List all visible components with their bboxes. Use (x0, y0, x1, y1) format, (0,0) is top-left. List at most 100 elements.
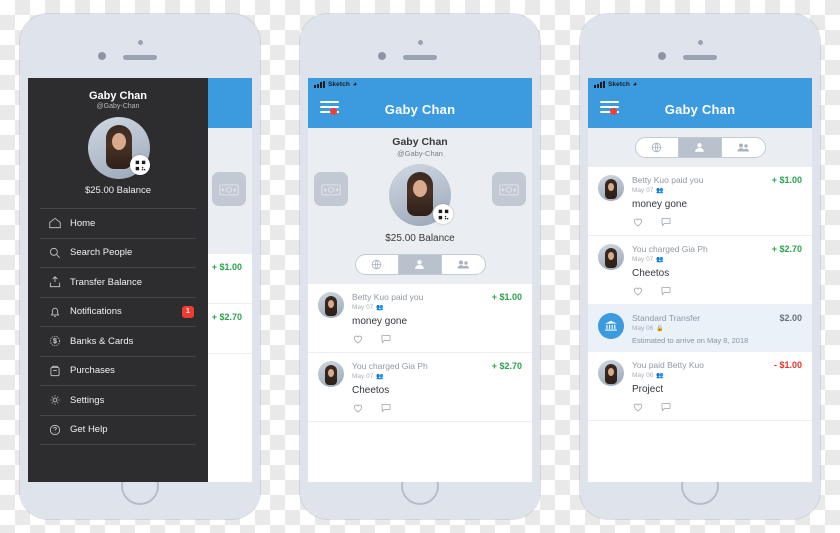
feed-item-date: May 07 👥 (632, 187, 802, 194)
globe-icon (651, 142, 662, 153)
feed-item[interactable]: You charged Gia Ph + $2.70 May 07 👥 Chee… (588, 236, 812, 305)
heart-icon[interactable] (352, 402, 364, 414)
comment-icon[interactable] (380, 402, 392, 414)
avatar[interactable] (88, 117, 150, 179)
feed-item-transfer[interactable]: Standard Transfer $2.00 May 06 🔒 Estimat… (588, 305, 812, 352)
feed-item-actions (632, 216, 802, 229)
purchases-icon (40, 364, 70, 378)
segment-groups[interactable] (722, 138, 765, 157)
transfer-estimate: Estimated to arrive on May 8, 2018 (632, 336, 749, 345)
feed-filter-bar (308, 254, 532, 284)
transfer-icon (40, 275, 70, 289)
feed-item[interactable]: Betty Kuo paid you + $1.00 May 07 👥 mone… (308, 284, 532, 353)
hamburger-menu-button[interactable] (320, 101, 339, 116)
comment-icon[interactable] (380, 333, 392, 345)
balance-label: $25.00 Balance (385, 233, 455, 244)
feed-item[interactable]: You paid Betty Kuo - $1.00 May 06 👥 Proj… (588, 352, 812, 421)
drawer-profile: Gaby Chan @Gaby-Chan $25.00 Balance (28, 78, 208, 206)
feed-item-header: Betty Kuo paid you + $1.00 (632, 175, 802, 185)
comment-icon[interactable] (660, 401, 672, 413)
avatar (318, 361, 344, 387)
drawer-item-home[interactable]: Home (40, 209, 196, 239)
notification-badge: 1 (182, 305, 194, 318)
heart-icon[interactable] (632, 216, 644, 228)
drawer-item-settings[interactable]: Settings (40, 386, 196, 416)
transaction-feed: Betty Kuo paid you + $1.00 May 07 👥 mone… (588, 167, 812, 421)
proximity-sensor (138, 40, 143, 45)
carrier-label: Sketch (608, 80, 630, 88)
feed-item[interactable]: Betty Kuo paid you + $1.00 May 07 👥 mone… (588, 167, 812, 236)
feed-item-amount: + $2.70 (771, 244, 802, 254)
drawer-item-label: Purchases (70, 365, 115, 377)
avatar[interactable] (389, 164, 453, 226)
qr-code-button[interactable] (130, 155, 150, 175)
segment-friends[interactable] (398, 255, 442, 274)
feed-item-amount: $2.00 (779, 313, 802, 323)
navigation-drawer: Gaby Chan @Gaby-Chan $25.00 Balance Home… (28, 78, 208, 482)
qr-code-icon (438, 209, 448, 219)
drawer-item-label: Transfer Balance (70, 276, 142, 288)
person-icon (695, 143, 704, 152)
comment-icon[interactable] (660, 216, 672, 228)
feed-item-body: Betty Kuo paid you + $1.00 May 07 👥 mone… (352, 292, 522, 346)
segment-public[interactable] (636, 138, 679, 157)
feed-item-amount: + $2.70 (211, 312, 242, 322)
notification-dot (610, 108, 617, 115)
date-text: May 07 (632, 187, 654, 194)
home-icon (40, 216, 70, 230)
people-icon (737, 143, 749, 152)
comment-icon[interactable] (660, 285, 672, 297)
feed-item-title: You charged Gia Ph (632, 244, 708, 254)
feed-item-note: Cheetos (632, 268, 670, 279)
phone-screen-1: Sketch ◕ Gaby Chan (28, 78, 252, 482)
drawer-item-purchases[interactable]: Purchases (40, 357, 196, 386)
qr-code-button[interactable] (433, 204, 453, 224)
drawer-item-label: Settings (70, 394, 105, 406)
globe-icon (371, 259, 382, 270)
date-text: May 06 (632, 325, 654, 332)
friends-privacy-icon: 👥 (656, 257, 664, 263)
money-pay-icon (321, 184, 341, 196)
page-title: Gaby Chan (384, 101, 456, 117)
drawer-item-label: Search People (70, 247, 133, 259)
feed-item-body: Standard Transfer $2.00 May 06 🔒 Estimat… (632, 313, 802, 345)
segment-friends[interactable] (678, 138, 722, 157)
request-button[interactable] (492, 172, 526, 206)
feed-item-actions (352, 402, 522, 415)
feed-item-actions (632, 401, 802, 414)
drawer-item-search-people[interactable]: Search People (40, 239, 196, 268)
hamburger-menu-button[interactable] (600, 101, 619, 116)
feed-item-amount: + $1.00 (211, 262, 242, 272)
heart-icon[interactable] (632, 285, 644, 297)
drawer-item-get-help[interactable]: Get Help (40, 416, 196, 445)
signal-icon (314, 80, 325, 88)
segment-public[interactable] (356, 255, 399, 274)
pay-button[interactable] (314, 172, 348, 206)
friends-privacy-icon: 👥 (656, 188, 664, 194)
feed-item-note: Cheetos (352, 385, 390, 396)
page-title: Gaby Chan (664, 101, 736, 117)
drawer-item-label: Notifications (70, 306, 122, 318)
money-request-icon (499, 184, 519, 196)
nav-bar: Gaby Chan (588, 90, 812, 128)
avatar (598, 360, 624, 386)
drawer-profile-handle: @Gaby-Chan (96, 103, 140, 110)
heart-icon[interactable] (632, 401, 644, 413)
dollar-circle-icon (40, 334, 70, 348)
drawer-item-notifications[interactable]: Notifications 1 (40, 298, 196, 327)
earpiece-speaker (403, 55, 437, 60)
drawer-item-banks-cards[interactable]: Banks & Cards (40, 327, 196, 357)
bank-glyph (605, 320, 617, 331)
request-button[interactable] (212, 172, 246, 206)
drawer-item-transfer-balance[interactable]: Transfer Balance (40, 268, 196, 298)
heart-icon[interactable] (352, 333, 364, 345)
avatar (598, 244, 624, 270)
feed-item-title: Standard Transfer (632, 313, 701, 323)
friends-privacy-icon: 👥 (656, 373, 664, 379)
profile-name: Gaby Chan (392, 136, 448, 148)
phone-screen-2: Sketch ◕ Gaby Chan Gaby Chan @Gaby-Chan … (308, 78, 532, 482)
segment-groups[interactable] (442, 255, 485, 274)
profile-panel: Gaby Chan @Gaby-Chan $25.00 Balance (308, 128, 532, 254)
feed-item-date: May 07 👥 (632, 256, 802, 263)
feed-item[interactable]: You charged Gia Ph + $2.70 May 07 👥 Chee… (308, 353, 532, 422)
